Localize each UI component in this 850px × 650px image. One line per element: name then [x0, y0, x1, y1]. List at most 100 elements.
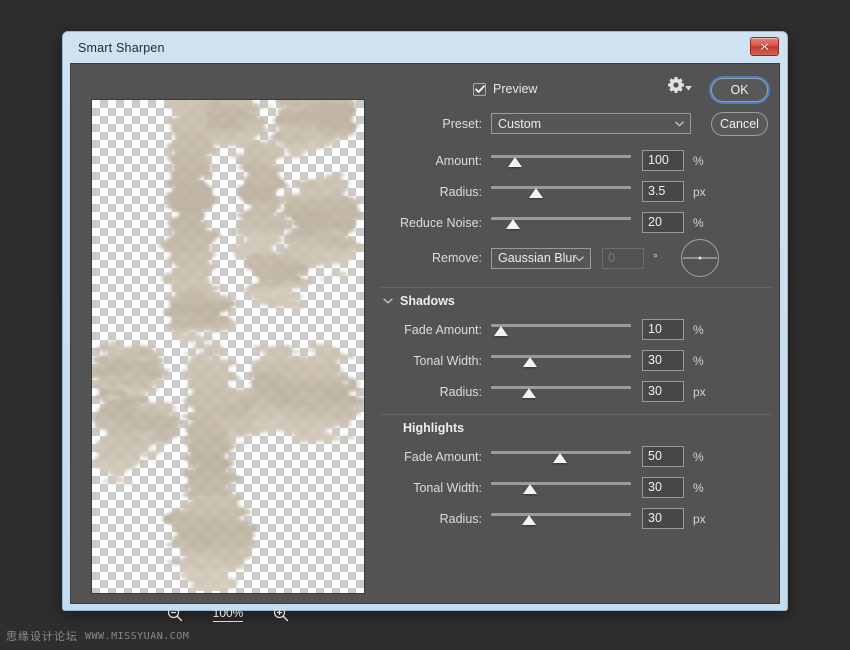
slider-thumb[interactable]: [522, 515, 536, 525]
shadows-value-field[interactable]: 30: [642, 350, 684, 371]
slider-thumb[interactable]: [522, 388, 536, 398]
settings-menu-button[interactable]: [668, 77, 692, 93]
slider-thumb[interactable]: [494, 326, 508, 336]
angle-unit: °: [653, 251, 669, 265]
gear-icon: [668, 77, 684, 93]
preset-dropdown[interactable]: Custom: [491, 113, 691, 134]
slider-track: [491, 355, 631, 358]
shadows-slider[interactable]: [491, 318, 631, 342]
main-row: Amount: 100%: [381, 145, 771, 176]
main-slider-group: Amount: 100% Radius: 3.5 px Reduce Noise:20%: [381, 145, 771, 238]
main-unit: px: [693, 185, 709, 199]
highlights-value-field[interactable]: 30: [642, 508, 684, 529]
slider-track: [491, 482, 631, 485]
main-value-field[interactable]: 20: [642, 212, 684, 233]
highlights-title: Highlights: [403, 421, 464, 435]
highlights-row: Radius:30px: [381, 503, 771, 534]
remove-dropdown[interactable]: Gaussian Blur: [491, 248, 591, 269]
highlights-section-header[interactable]: Highlights: [381, 415, 771, 441]
remove-label: Remove:: [381, 251, 491, 265]
shadows-label: Radius:: [381, 385, 491, 399]
slider-thumb[interactable]: [506, 219, 520, 229]
shadows-row: Tonal Width: 30%: [381, 345, 771, 376]
watermark: 思缘设计论坛 WWW.MISSYUAN.COM: [6, 628, 189, 644]
angle-dial-center: [699, 257, 702, 260]
shadows-label: Fade Amount:: [381, 323, 491, 337]
main-value-field[interactable]: 100: [642, 150, 684, 171]
zoom-controls: 100%: [91, 603, 365, 625]
shadows-row: Radius: 30 px: [381, 376, 771, 407]
preview-artwork: [92, 100, 364, 591]
shadows-title: Shadows: [400, 294, 455, 308]
shadows-slider[interactable]: [491, 380, 631, 404]
zoom-in-icon[interactable]: [273, 606, 289, 622]
main-label: Amount:: [381, 154, 491, 168]
main-row: Reduce Noise:20%: [381, 207, 771, 238]
dialog-titlebar[interactable]: Smart Sharpen: [70, 32, 780, 63]
preview-pane: 100%: [91, 99, 365, 594]
highlights-label: Tonal Width:: [381, 481, 491, 495]
watermark-en: WWW.MISSYUAN.COM: [85, 631, 189, 642]
shadows-unit: px: [693, 385, 709, 399]
dialog-title: Smart Sharpen: [78, 41, 165, 55]
highlights-unit: %: [693, 481, 709, 495]
shadows-slider-group: Fade Amount:10%Tonal Width:30%Radius:30p…: [381, 314, 771, 407]
angle-dial-icon[interactable]: [681, 239, 719, 277]
highlights-row: Fade Amount: 50%: [381, 441, 771, 472]
shadows-section-header[interactable]: Shadows: [381, 288, 771, 314]
preview-checkbox[interactable]: [473, 83, 486, 96]
slider-thumb[interactable]: [523, 484, 537, 494]
main-slider[interactable]: [491, 211, 631, 235]
slider-thumb[interactable]: [523, 357, 537, 367]
main-slider[interactable]: [491, 180, 631, 204]
preview-image[interactable]: [91, 99, 365, 594]
ok-button[interactable]: OK: [711, 78, 768, 102]
slider-thumb[interactable]: [553, 453, 567, 463]
preview-label[interactable]: Preview: [493, 82, 537, 96]
slider-track: [491, 324, 631, 327]
highlights-value-field[interactable]: 30: [642, 477, 684, 498]
highlights-slider[interactable]: [491, 476, 631, 500]
highlights-label: Fade Amount:: [381, 450, 491, 464]
preset-value: Custom: [498, 117, 541, 131]
highlights-row: Tonal Width: 30%: [381, 472, 771, 503]
cancel-button[interactable]: Cancel: [711, 112, 768, 136]
highlights-value-field[interactable]: 50: [642, 446, 684, 467]
slider-thumb[interactable]: [508, 157, 522, 167]
smart-sharpen-dialog: Smart Sharpen: [62, 31, 788, 611]
zoom-out-icon[interactable]: [167, 606, 183, 622]
main-slider[interactable]: [491, 149, 631, 173]
zoom-level[interactable]: 100%: [213, 606, 244, 622]
shadows-row: Fade Amount:10%: [381, 314, 771, 345]
angle-field[interactable]: 0: [602, 248, 644, 269]
chevron-down-icon: [383, 298, 393, 304]
slider-thumb[interactable]: [529, 188, 543, 198]
shadows-slider[interactable]: [491, 349, 631, 373]
remove-value: Gaussian Blur: [498, 251, 577, 265]
slider-track: [491, 386, 631, 389]
main-unit: %: [693, 154, 709, 168]
main-label: Radius:: [381, 185, 491, 199]
controls-column: Preview Preset: Custom: [381, 76, 771, 534]
watermark-cn: 思缘设计论坛: [6, 628, 78, 644]
highlights-slider[interactable]: [491, 507, 631, 531]
shadows-value-field[interactable]: 10: [642, 319, 684, 340]
main-value-field[interactable]: 3.5: [642, 181, 684, 202]
highlights-slider-group: Fade Amount: 50% Tonal Width: 30% Radius:30p…: [381, 441, 771, 534]
shadows-unit: %: [693, 354, 709, 368]
highlights-slider[interactable]: [491, 445, 631, 469]
checkmark-icon: [475, 85, 485, 94]
ok-button-label: OK: [730, 83, 748, 97]
angle-dial-radius: [700, 258, 717, 259]
shadows-label: Tonal Width:: [381, 354, 491, 368]
remove-row: Remove: Gaussian Blur 0 °: [381, 238, 771, 278]
shadows-value-field[interactable]: 30: [642, 381, 684, 402]
close-button[interactable]: [750, 37, 779, 56]
highlights-unit: %: [693, 450, 709, 464]
chevron-down-icon: [575, 256, 584, 262]
dialog-actions: OK Cancel: [711, 78, 768, 136]
angle-dial-radius-left: [683, 258, 700, 259]
slider-track: [491, 186, 631, 189]
dialog-body: 100% Preview: [70, 63, 780, 604]
chevron-down-icon: [685, 86, 692, 91]
